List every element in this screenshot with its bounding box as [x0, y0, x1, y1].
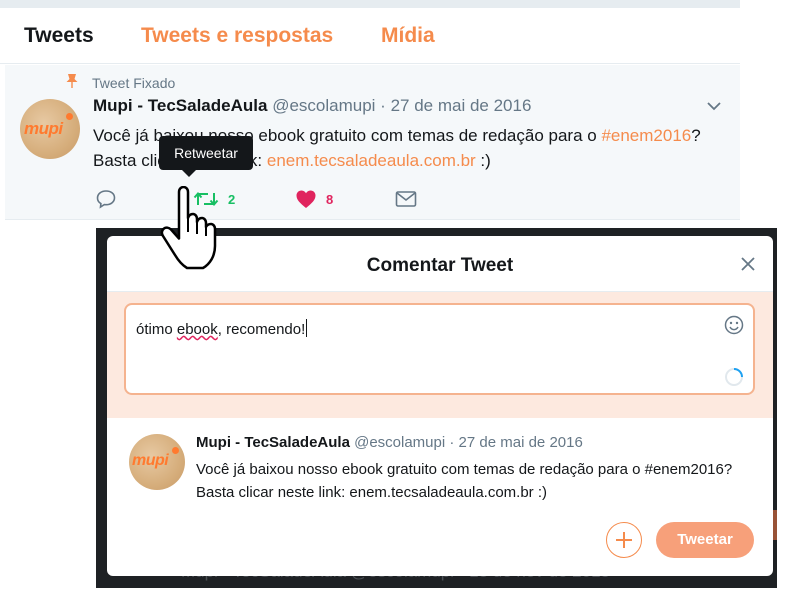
- heart-icon: [296, 190, 316, 208]
- quoted-date: 27 de mai de 2016: [458, 434, 583, 451]
- tooltip-arrow: [182, 170, 196, 177]
- top-strip: [0, 0, 740, 8]
- envelope-icon: [395, 191, 417, 207]
- hand-cursor-icon: [160, 186, 217, 270]
- text-caret: [306, 319, 308, 337]
- tweet-date[interactable]: 27 de mai de 2016: [391, 96, 532, 115]
- pinned-label: Tweet Fixado: [92, 75, 176, 91]
- spinner-icon: [725, 368, 743, 386]
- tweet-author-name[interactable]: Mupi - TecSaladeAula: [93, 96, 267, 115]
- quoted-avatar: mupi: [129, 434, 185, 490]
- comment-text-part: , recomendo!: [217, 321, 306, 338]
- avatar-logo-dot: [172, 447, 179, 454]
- quoted-text: Você já baixou nosso ebook gratuito com …: [196, 461, 733, 501]
- tweet-actions: 2 8: [5, 187, 740, 211]
- reply-icon: [96, 190, 116, 209]
- avatar-logo-text: mupi: [24, 119, 63, 138]
- profile-tabs: Tweets Tweets e respostas Mídia: [0, 8, 740, 64]
- tweet-button[interactable]: Tweetar: [656, 522, 754, 558]
- quoted-tweet: mupi Mupi - TecSaladeAula @escolamupi · …: [107, 418, 773, 508]
- profile-timeline: Tweets Tweets e respostas Mídia Tweet Fi…: [0, 0, 740, 228]
- tab-tweets[interactable]: Tweets: [24, 24, 94, 48]
- quoted-author-handle: @escolamupi: [354, 434, 446, 451]
- like-count: 8: [326, 191, 334, 207]
- compose-area: ótimo ebook, recomendo!: [107, 292, 773, 418]
- avatar-logo-dot: [66, 113, 73, 120]
- chevron-down-icon[interactable]: [707, 101, 721, 111]
- tweet-text-part: :): [475, 151, 491, 170]
- avatar-logo-text: mupi: [132, 452, 169, 469]
- retweet-tooltip: Retweetar: [159, 136, 253, 170]
- add-tweet-button[interactable]: [606, 522, 642, 558]
- retweet-count: 2: [228, 191, 236, 207]
- tweet-author-handle[interactable]: @escolamupi: [272, 96, 375, 115]
- emoji-icon[interactable]: [724, 315, 744, 335]
- tab-tweets-and-replies[interactable]: Tweets e respostas: [141, 24, 333, 48]
- comment-text[interactable]: ótimo ebook, recomendo!: [136, 319, 308, 338]
- tweet-header: Mupi - TecSaladeAula @escolamupi · 27 de…: [93, 96, 531, 116]
- pinned-tweet[interactable]: Tweet Fixado mupi Mupi - TecSaladeAula @…: [5, 65, 740, 220]
- url-link[interactable]: enem.tecsaladeaula.com.br: [267, 151, 476, 170]
- tweet-separator: ·: [380, 96, 386, 115]
- comment-textbox[interactable]: ótimo ebook, recomendo!: [124, 303, 755, 395]
- comment-tweet-dialog: Comentar Tweet ótimo ebook, recomendo! m…: [107, 236, 773, 576]
- quoted-separator: ·: [449, 434, 455, 451]
- pin-icon: [66, 74, 78, 88]
- misspelled-word: ebook: [176, 321, 218, 338]
- reply-button[interactable]: [95, 187, 117, 211]
- quoted-author-name: Mupi - TecSaladeAula: [196, 434, 350, 451]
- direct-message-button[interactable]: [395, 187, 417, 211]
- close-icon[interactable]: [740, 256, 756, 272]
- quoted-header: Mupi - TecSaladeAula @escolamupi · 27 de…: [196, 434, 583, 451]
- hashtag-link[interactable]: #enem2016: [601, 126, 691, 145]
- comment-text-part: ótimo: [136, 321, 177, 338]
- tab-media[interactable]: Mídia: [381, 24, 435, 48]
- like-button[interactable]: 8: [295, 187, 333, 211]
- avatar[interactable]: mupi: [20, 99, 80, 159]
